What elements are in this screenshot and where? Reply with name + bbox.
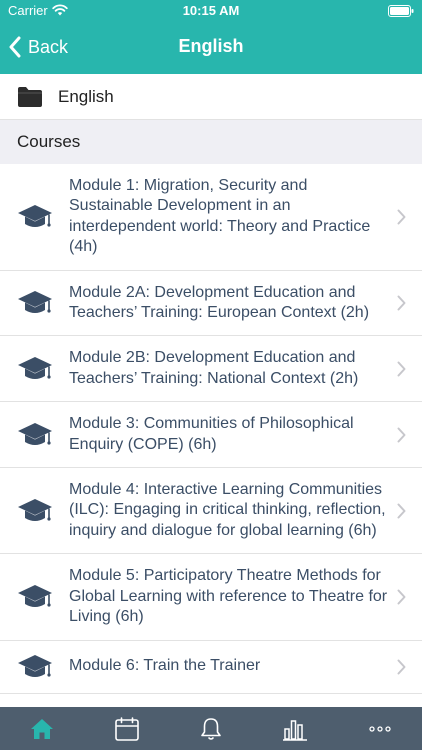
graduation-cap-icon: [18, 654, 52, 677]
course-row[interactable]: Module 4: Interactive Learning Communiti…: [0, 468, 422, 555]
tab-more[interactable]: [350, 707, 410, 750]
course-title: Module 5: Participatory Theatre Methods …: [69, 567, 388, 626]
folder-row[interactable]: English: [0, 74, 422, 120]
course-list[interactable]: Module 1: Migration, Security and Sustai…: [0, 164, 422, 707]
course-row[interactable]: Module 2A: Development Education and Tea…: [0, 271, 422, 337]
bar-chart-icon: [283, 719, 308, 741]
course-title: Module 2A: Development Education and Tea…: [69, 283, 370, 322]
chevron-right-icon: [397, 361, 406, 377]
section-header: Courses: [0, 120, 422, 164]
calendar-icon: [114, 716, 139, 741]
section-label: Courses: [17, 132, 81, 151]
course-row[interactable]: Module 3: Communities of Philosophical E…: [0, 402, 422, 469]
tab-home[interactable]: [12, 707, 72, 750]
tab-bar: [0, 707, 422, 750]
chevron-right-icon: [397, 295, 406, 311]
chevron-right-icon: [397, 427, 406, 443]
graduation-cap-icon: [18, 291, 52, 314]
folder-icon: [18, 86, 42, 107]
course-title: Module 1: Migration, Security and Sustai…: [69, 177, 371, 256]
page-title: English: [178, 36, 244, 56]
battery-icon: [388, 5, 414, 17]
bell-icon: [201, 717, 221, 740]
course-title: Module 3: Communities of Philosophical E…: [69, 415, 354, 453]
status-bar: Carrier 10:15 AM: [0, 0, 422, 22]
graduation-cap-icon: [18, 584, 52, 607]
course-row[interactable]: Module 1: Migration, Security and Sustai…: [0, 164, 422, 271]
course-row[interactable]: Module 2B: Development Education and Tea…: [0, 336, 422, 403]
course-title: Module 6: Train the Trainer: [69, 657, 261, 675]
course-row[interactable]: Module 6: Train the Trainer: [0, 641, 422, 694]
tab-grades[interactable]: [265, 707, 325, 750]
folder-label: English: [58, 86, 114, 106]
clock: 10:15 AM: [182, 3, 240, 18]
graduation-cap-icon: [18, 422, 52, 445]
graduation-cap-icon: [18, 356, 52, 379]
graduation-cap-icon: [18, 204, 52, 227]
chevron-right-icon: [397, 209, 406, 225]
tab-calendar[interactable]: [97, 707, 157, 750]
graduation-cap-icon: [18, 498, 52, 521]
chevron-right-icon: [397, 589, 406, 605]
tab-notifications[interactable]: [181, 707, 241, 750]
course-title: Module 2B: Development Education and Tea…: [69, 349, 359, 387]
chevron-right-icon: [397, 503, 406, 519]
app-header: Carrier 10:15 AM Back English: [0, 0, 422, 74]
course-row[interactable]: Module 5: Participatory Theatre Methods …: [0, 554, 422, 641]
chevron-right-icon: [397, 659, 406, 674]
more-icon: [369, 725, 391, 732]
home-icon: [31, 718, 54, 739]
course-title: Module 4: Interactive Learning Communiti…: [69, 481, 386, 539]
